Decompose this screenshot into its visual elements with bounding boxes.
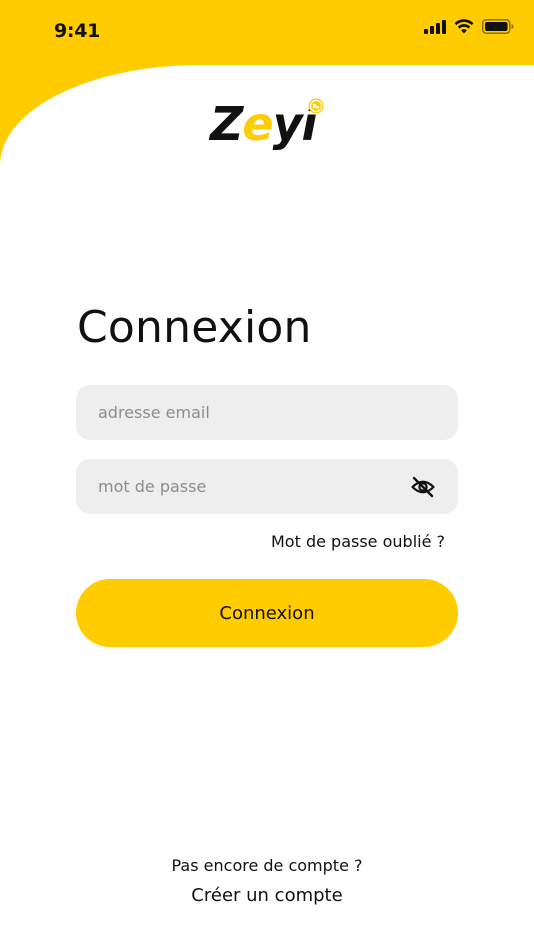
logo-letter-e: e [242, 97, 273, 151]
email-input[interactable] [76, 385, 458, 440]
no-account-text: Pas encore de compte ? [171, 856, 363, 875]
forgot-password-link[interactable]: Mot de passe oublié ? [271, 532, 445, 551]
signal-icon [424, 19, 446, 34]
password-field-container [76, 459, 458, 514]
status-bar: 9:41 [0, 0, 534, 64]
logo-letter-z: Z [210, 97, 243, 151]
eye-off-icon[interactable] [410, 474, 436, 500]
status-time: 9:41 [54, 20, 101, 42]
app-logo: Zeyi [210, 96, 328, 160]
password-input[interactable] [76, 459, 458, 514]
create-account-link[interactable]: Créer un compte [0, 885, 534, 906]
page-title: Connexion [77, 302, 312, 353]
status-icons [424, 19, 514, 34]
globe-icon [308, 98, 324, 114]
battery-icon [482, 19, 514, 34]
login-button[interactable]: Connexion [76, 579, 458, 647]
wifi-icon [454, 19, 474, 34]
email-field-container [76, 385, 458, 440]
logo-wordmark: Zeyi [210, 96, 317, 152]
